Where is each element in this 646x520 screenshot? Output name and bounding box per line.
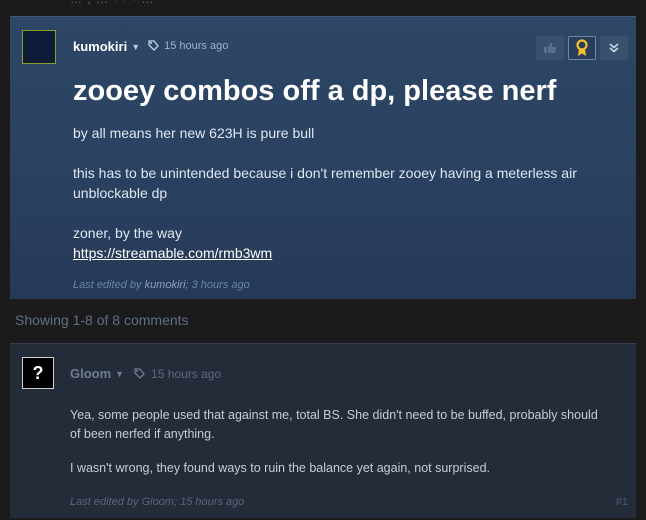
post-paragraph: zoner, by the way bbox=[73, 225, 182, 241]
report-button[interactable] bbox=[536, 36, 564, 60]
comment-edited-note: Last edited by Gloom; 15 hours ago bbox=[70, 496, 244, 508]
comment-body: Yea, some people used that against me, t… bbox=[70, 406, 610, 478]
edited-suffix: ; 15 hours ago bbox=[173, 496, 245, 508]
post-edited-note: Last edited by kumokiri; 3 hours ago bbox=[73, 279, 250, 291]
post-title: zooey combos off a dp, please nerf bbox=[73, 75, 557, 107]
post-link[interactable]: https://streamable.com/rmb3wm bbox=[73, 245, 272, 261]
avatar-glyph: ? bbox=[32, 362, 44, 383]
award-icon bbox=[576, 39, 588, 56]
post-paragraph: this has to be unintended because i don'… bbox=[73, 165, 577, 201]
comment-paragraph: I wasn't wrong, they found ways to ruin … bbox=[70, 461, 490, 475]
edited-prefix: Last edited by bbox=[70, 496, 142, 508]
post-body: by all means her new 623H is pure bull t… bbox=[73, 123, 618, 263]
edited-prefix: Last edited by bbox=[73, 279, 145, 291]
award-button[interactable] bbox=[568, 36, 596, 60]
thumb-icon bbox=[544, 43, 556, 53]
comment-author-row: Gloom ▼ 15 hours ago bbox=[70, 366, 221, 381]
post-tools bbox=[536, 36, 628, 60]
edited-user[interactable]: Gloom bbox=[142, 496, 174, 508]
post-paragraph: by all means her new 623H is pure bull bbox=[73, 125, 315, 141]
author-name[interactable]: kumokiri bbox=[73, 39, 127, 54]
comment-avatar[interactable]: ? bbox=[22, 357, 54, 389]
post-timestamp: 15 hours ago bbox=[164, 40, 229, 52]
top-cutoff-text: … ; … · · · … bbox=[70, 0, 154, 6]
author-avatar[interactable] bbox=[22, 30, 56, 64]
comment-paragraph: Yea, some people used that against me, t… bbox=[70, 408, 598, 441]
edited-user[interactable]: kumokiri bbox=[145, 279, 186, 291]
author-row: kumokiri ▼ 15 hours ago bbox=[73, 38, 228, 54]
author-menu-chevron-icon[interactable]: ▼ bbox=[131, 42, 140, 52]
top-cutoff-strip: … ; … · · · … bbox=[0, 0, 646, 8]
comment-timestamp: 15 hours ago bbox=[151, 366, 222, 381]
tag-icon bbox=[148, 40, 159, 51]
tag-icon bbox=[134, 367, 145, 379]
chevrons-down-icon bbox=[609, 43, 619, 53]
comment-author[interactable]: Gloom bbox=[70, 366, 111, 381]
comment-author-menu-chevron-icon[interactable]: ▼ bbox=[115, 369, 124, 379]
comment-number[interactable]: #1 bbox=[616, 496, 628, 508]
expand-button[interactable] bbox=[600, 36, 628, 60]
original-post: kumokiri ▼ 15 hours ago zooey combos off… bbox=[10, 16, 636, 299]
edited-suffix: ; 3 hours ago bbox=[185, 279, 250, 291]
comment-item: ? Gloom ▼ 15 hours ago Yea, some people … bbox=[10, 343, 637, 520]
comments-count: Showing 1-8 of 8 comments bbox=[15, 312, 189, 328]
